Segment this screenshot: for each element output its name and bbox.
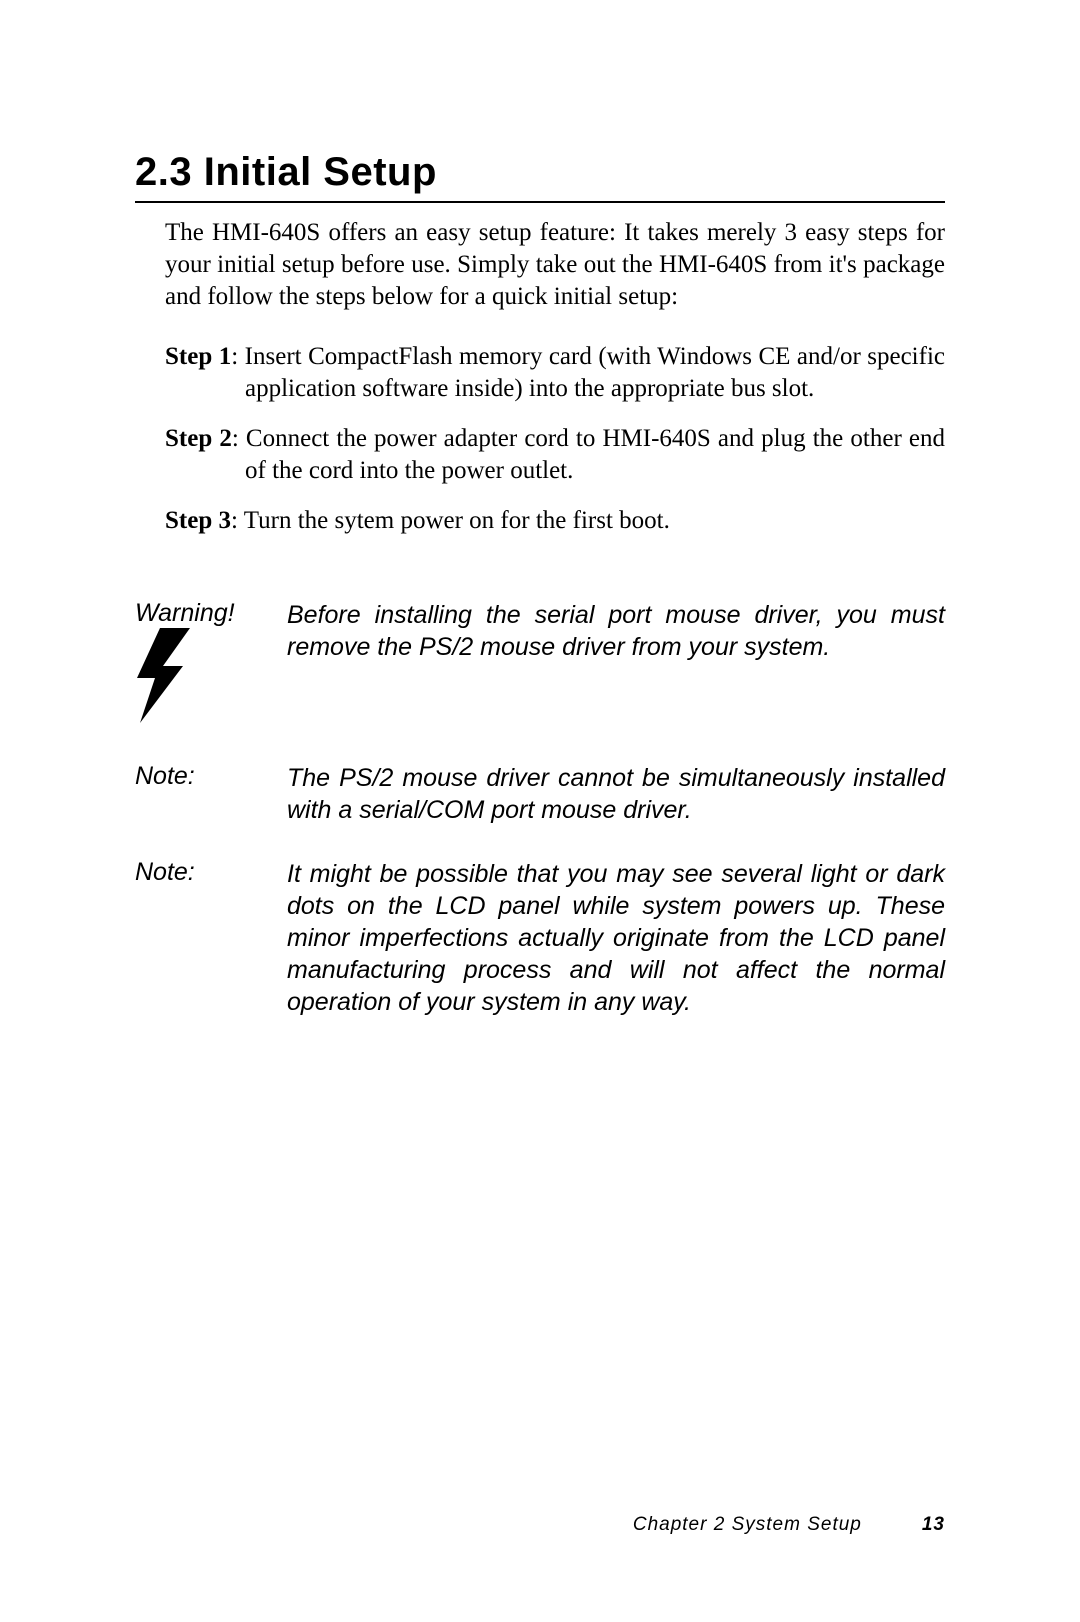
note-callout: Note: The PS/2 mouse driver cannot be si… (135, 762, 945, 826)
lightning-bolt-icon (135, 701, 195, 729)
warning-label: Warning! (135, 599, 287, 628)
page-footer: Chapter 2 System Setup 13 (0, 1514, 1080, 1536)
note-body: It might be possible that you may see se… (287, 858, 945, 1018)
step-text: : Turn the sytem power on for the first … (231, 507, 670, 534)
note-label: Note: (135, 858, 287, 887)
warning-body: Before installing the serial port mouse … (287, 599, 945, 730)
setup-step: Step 2: Connect the power adapter cord t… (165, 423, 945, 487)
intro-paragraph: The HMI-640S offers an easy setup featur… (165, 217, 945, 313)
step-label: Step 3 (165, 507, 231, 534)
note-body: The PS/2 mouse driver cannot be simultan… (287, 762, 945, 826)
note-label: Note: (135, 762, 287, 791)
step-text: : Connect the power adapter cord to HMI-… (232, 425, 945, 484)
section-number: 2.3 (135, 150, 192, 194)
section-heading: 2.3 Initial Setup (135, 150, 945, 203)
callout-label-column: Note: (135, 858, 287, 1018)
note-callout: Note: It might be possible that you may … (135, 858, 945, 1018)
step-text: : Insert CompactFlash memory card (with … (231, 343, 945, 402)
warning-callout: Warning! Before installing the serial po… (135, 599, 945, 730)
setup-step: Step 1: Insert CompactFlash memory card … (165, 341, 945, 405)
step-label: Step 2 (165, 425, 232, 452)
callout-label-column: Note: (135, 762, 287, 826)
step-label: Step 1 (165, 343, 231, 370)
callout-section: Warning! Before installing the serial po… (135, 599, 945, 1018)
footer-chapter: Chapter 2 System Setup (633, 1514, 862, 1536)
footer-page-number: 13 (922, 1514, 945, 1536)
section-title: Initial Setup (204, 150, 437, 194)
callout-label-column: Warning! (135, 599, 287, 730)
setup-step: Step 3: Turn the sytem power on for the … (165, 505, 945, 537)
document-page: 2.3 Initial Setup The HMI-640S offers an… (0, 0, 1080, 1622)
